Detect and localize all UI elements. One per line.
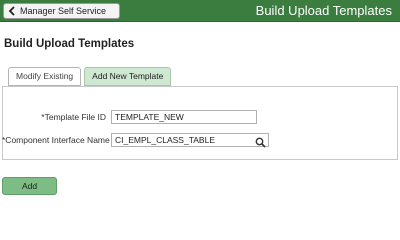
- back-button[interactable]: Manager Self Service: [3, 3, 120, 19]
- component-interface-name-label: *Component Interface Name: [2, 135, 110, 145]
- template-file-id-label: *Template File ID: [41, 112, 106, 122]
- banner-title: Build Upload Templates: [255, 3, 392, 18]
- search-icon[interactable]: [255, 135, 266, 148]
- page-title: Build Upload Templates: [4, 38, 135, 50]
- tab-add-new-template[interactable]: Add New Template: [84, 67, 172, 86]
- component-interface-name-input[interactable]: [111, 133, 269, 147]
- top-banner: Manager Self Service Build Upload Templa…: [0, 0, 400, 22]
- add-button[interactable]: Add: [2, 177, 57, 195]
- tab-bar: Modify Existing Add New Template: [8, 67, 174, 87]
- back-button-label: Manager Self Service: [20, 6, 107, 16]
- tab-modify-existing[interactable]: Modify Existing: [8, 67, 82, 86]
- chevron-left-icon: [8, 6, 16, 16]
- template-file-id-input[interactable]: [111, 110, 257, 124]
